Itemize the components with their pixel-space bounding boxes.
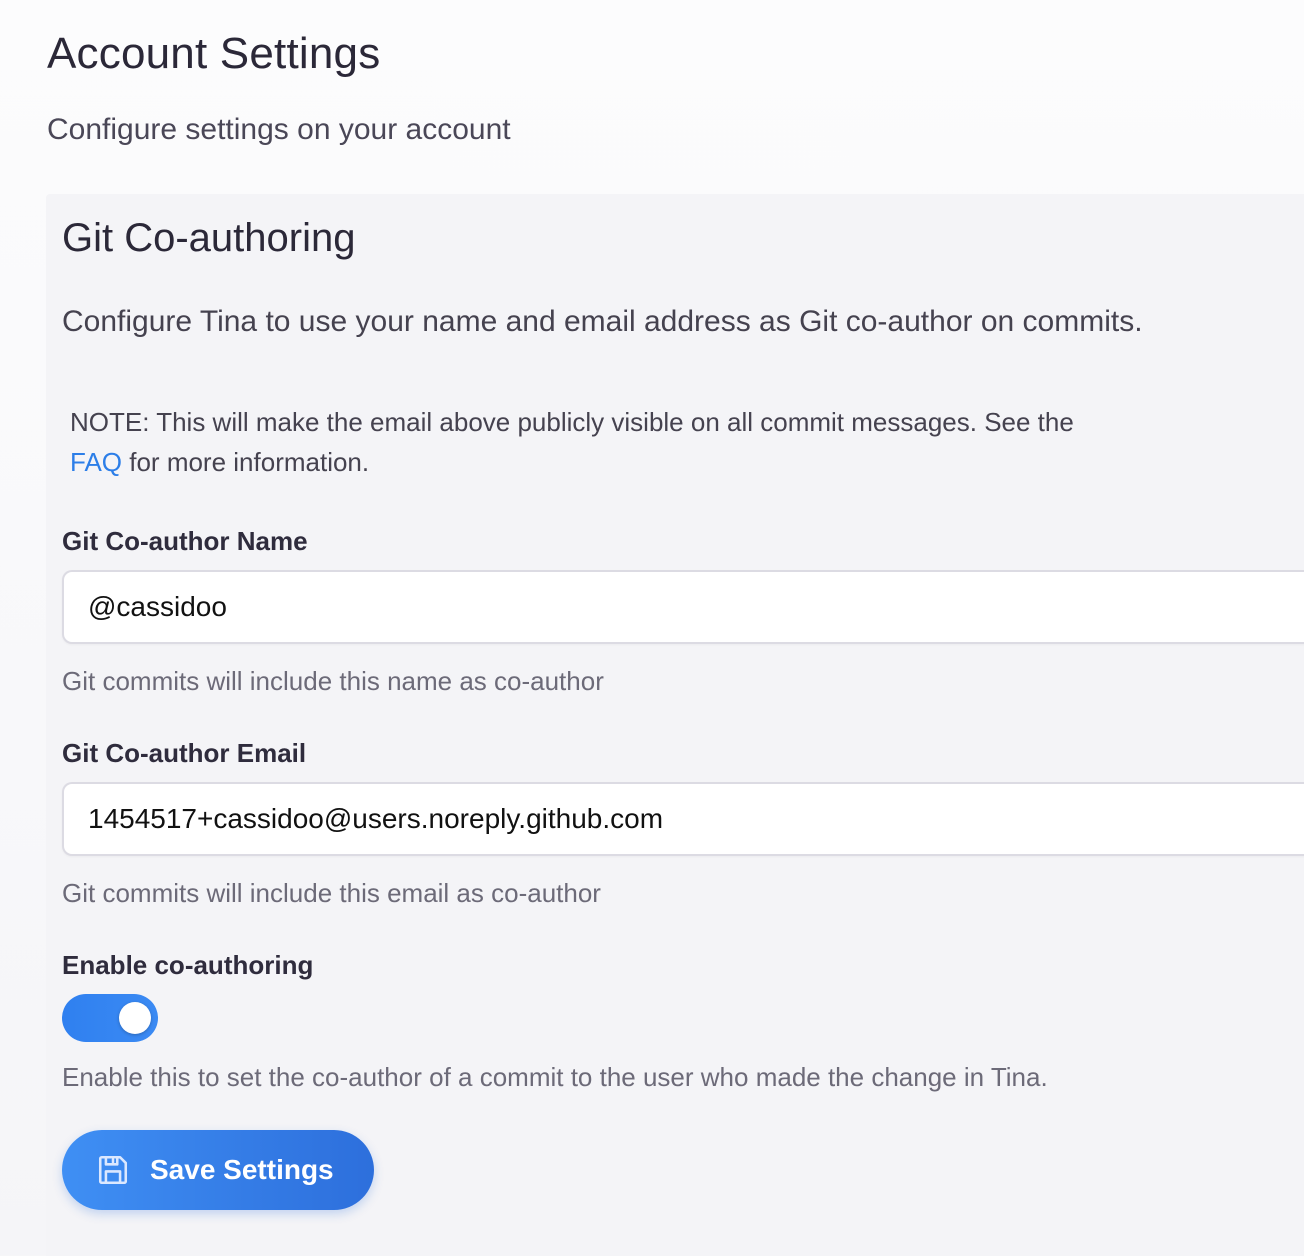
coauthor-email-input[interactable]: [62, 782, 1304, 856]
faq-link[interactable]: FAQ: [70, 447, 122, 477]
toggle-knob: [119, 1002, 151, 1034]
save-settings-label: Save Settings: [150, 1154, 334, 1185]
floppy-disk-icon: [96, 1153, 130, 1187]
coauthor-name-help: Git commits will include this name as co…: [62, 666, 604, 696]
enable-coauthoring-help: Enable this to set the co-author of a co…: [62, 1062, 1048, 1092]
save-settings-button[interactable]: Save Settings: [62, 1130, 374, 1210]
enable-coauthoring-toggle[interactable]: [62, 994, 158, 1042]
coauthor-email-label: Git Co-author Email: [62, 738, 307, 768]
section-description: Configure Tina to use your name and emai…: [62, 305, 1143, 338]
note-suffix: for more information.: [129, 447, 370, 477]
coauthor-name-input[interactable]: [62, 570, 1304, 644]
page-subtitle: Configure settings on your account: [47, 113, 511, 146]
enable-coauthoring-label: Enable co-authoring: [62, 950, 314, 980]
privacy-note: NOTE: This will make the email above pub…: [70, 402, 1250, 482]
page-title: Account Settings: [47, 29, 381, 78]
coauthor-email-help: Git commits will include this email as c…: [62, 878, 601, 908]
git-coauthoring-panel: Git Co-authoring Configure Tina to use y…: [46, 194, 1304, 1256]
note-text: NOTE: This will make the email above pub…: [70, 407, 1074, 437]
coauthor-name-label: Git Co-author Name: [62, 526, 308, 556]
section-title: Git Co-authoring: [62, 216, 356, 260]
